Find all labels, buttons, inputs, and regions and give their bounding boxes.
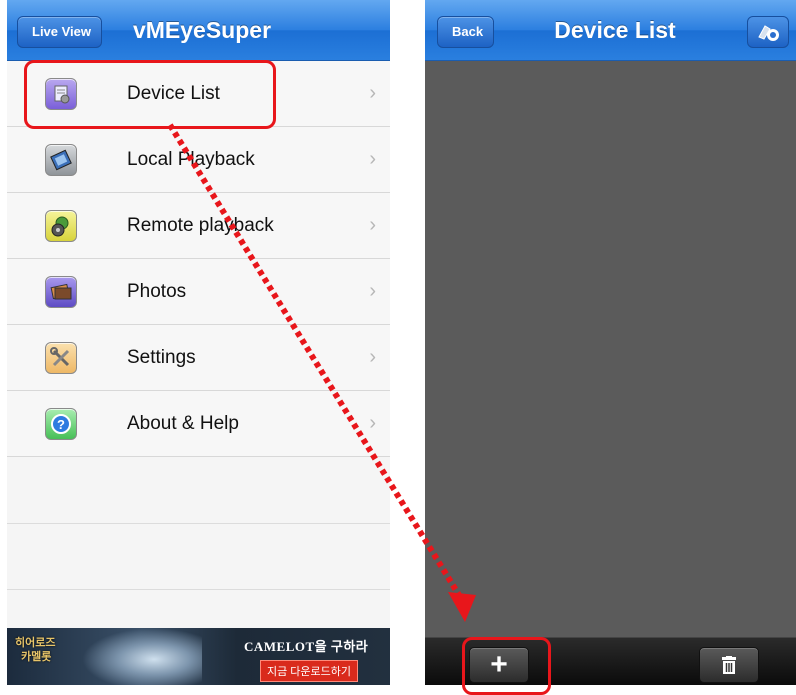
ad-illustration [82,628,202,685]
empty-row-divider [7,523,390,524]
chevron-right-icon: › [369,280,376,302]
camera-gear-icon[interactable] [747,16,789,48]
tools-icon [45,342,77,374]
highlight-device-list [24,60,276,129]
app-title: vMEyeSuper [132,17,272,43]
screen-title: Device List [554,17,676,43]
chevron-right-icon: › [369,346,376,368]
menu-item-label: About & Help [127,413,239,434]
svg-text:?: ? [57,417,65,432]
menu-item-remote-playback[interactable]: Remote playback › [7,193,390,259]
navigation-bar: Back Device List [425,0,796,61]
globe-reel-icon [45,210,77,242]
ad-download-button[interactable]: 지금 다운로드하기 [260,660,359,682]
menu-item-label: Local Playback [127,149,255,170]
menu-item-local-playback[interactable]: Local Playback › [7,127,390,193]
chevron-right-icon: › [369,412,376,434]
menu-item-photos[interactable]: Photos › [7,259,390,325]
delete-device-button[interactable] [699,647,759,683]
back-button-label: Back [452,24,484,39]
ad-logo: 히어로즈 카멜롯 [15,637,56,663]
chevron-right-icon: › [369,148,376,170]
highlight-add-button [462,637,551,695]
photos-icon [45,276,77,308]
menu-item-label: Photos [127,281,187,302]
live-view-button-label: Live View [32,24,92,39]
ad-headline: CAMELOT을 구하라 [244,639,369,654]
help-icon: ? [45,408,77,440]
film-icon [45,144,77,176]
live-view-button[interactable]: Live View [17,16,103,48]
ad-banner[interactable]: 히어로즈 카멜롯 CAMELOT을 구하라 지금 다운로드하기 [7,628,390,685]
empty-row-divider [7,589,390,590]
trash-icon [722,656,736,674]
navigation-bar: Live View vMEyeSuper [7,0,390,61]
menu-item-about-help[interactable]: ? About & Help › [7,391,390,457]
menu-item-label: Remote playback [127,215,274,236]
chevron-right-icon: › [369,214,376,236]
chevron-right-icon: › [369,82,376,104]
back-button[interactable]: Back [437,16,495,48]
device-list-screen: Back Device List + [425,0,796,685]
menu-item-settings[interactable]: Settings › [7,325,390,391]
menu-item-label: Settings [127,347,196,368]
